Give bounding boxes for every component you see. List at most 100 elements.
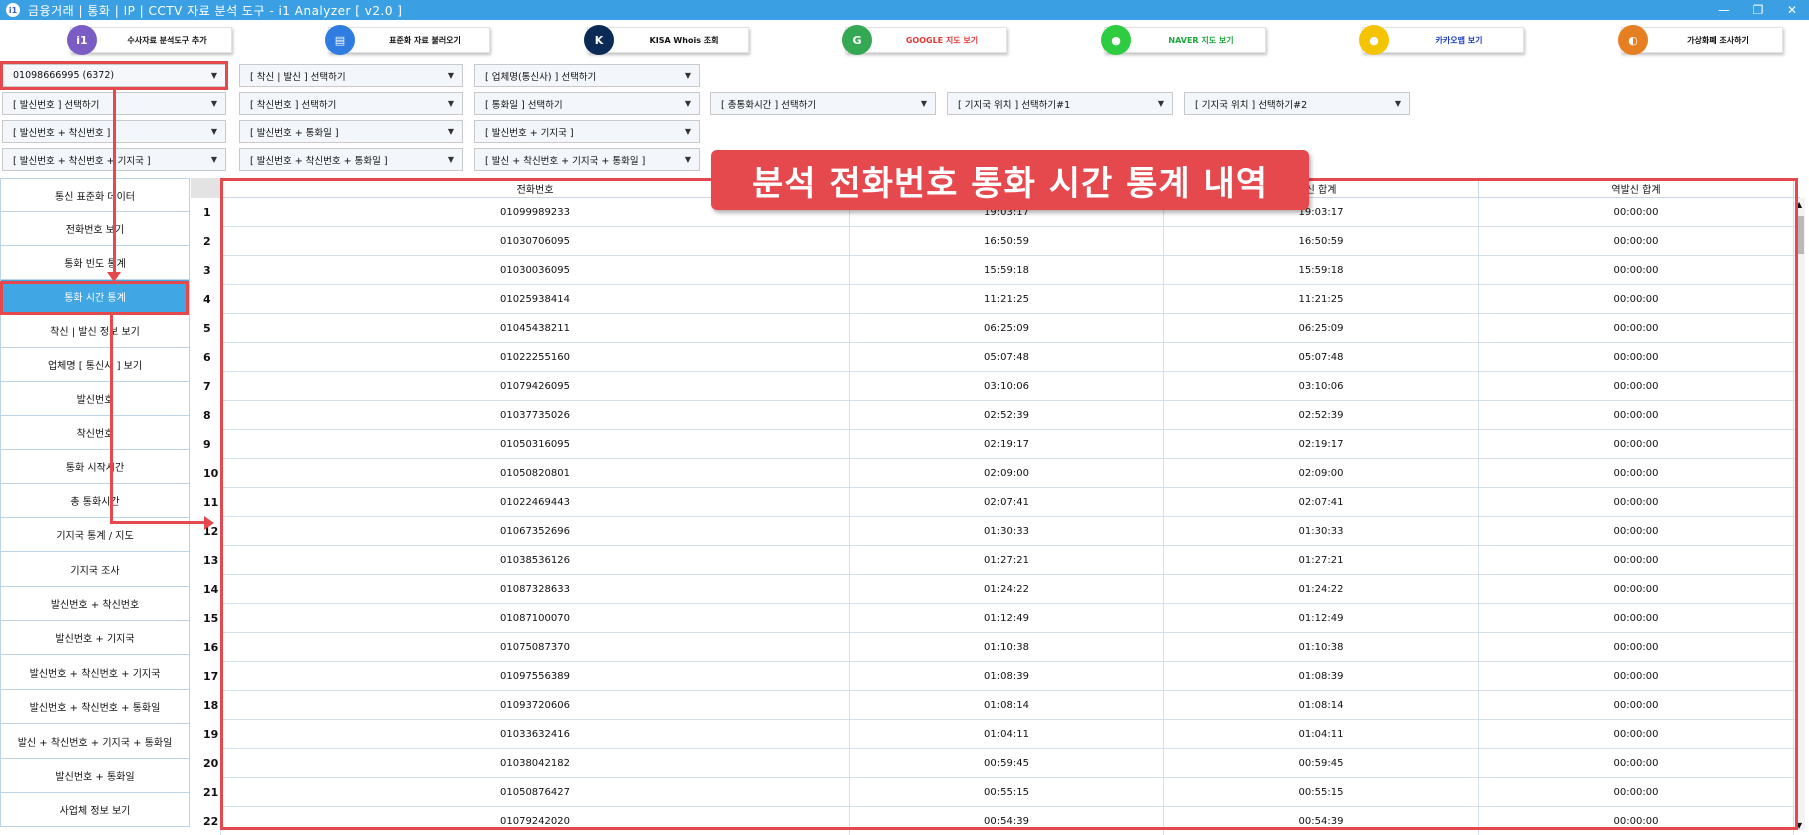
table-row[interactable]: 12 01067352696 01:30:33 01:30:33 00:00:00 xyxy=(191,517,1800,546)
toolbar-button-4[interactable]: G GOOGLE 지도 보기 xyxy=(842,25,1007,55)
header-corner xyxy=(191,178,221,198)
annotation-arrow-line xyxy=(113,90,116,274)
minimize-icon[interactable]: — xyxy=(1707,0,1741,20)
phone-cell: 01079242020 xyxy=(221,807,850,835)
total-cell: 02:09:00 xyxy=(850,459,1164,488)
row-index: 18 xyxy=(191,691,221,720)
total-cell: 01:12:49 xyxy=(850,604,1164,633)
sidebar-item-9[interactable]: 통화 시작시간 xyxy=(0,450,190,484)
carrier-select[interactable]: [ 업체명(통신사) ] 선택하기 ▼ xyxy=(474,64,700,87)
sidebar-item-19[interactable]: 사업체 정보 보기 xyxy=(0,793,190,827)
table-row[interactable]: 9 01050316095 02:19:17 02:19:17 00:00:00 xyxy=(191,430,1800,459)
toolbar-button-7[interactable]: ◐ 가상화폐 조사하기 xyxy=(1618,25,1783,55)
reverse-total-cell: 00:00:00 xyxy=(1479,720,1794,749)
phone-select[interactable]: 01098666995 (6372) ▼ xyxy=(2,64,226,87)
outgoing-total-cell: 02:09:00 xyxy=(1164,459,1479,488)
cell-tower-1-select[interactable]: [ 기지국 위치 ] 선택하기#1 ▼ xyxy=(947,92,1173,115)
sidebar-item-4[interactable]: 통화 시간 통계 xyxy=(0,280,190,314)
all-combo-select[interactable]: [ 발신 + 착신번호 + 기지국 + 통화일 ] ▼ xyxy=(474,148,700,171)
column-header-reverse-total[interactable]: 역발신 합계 xyxy=(1479,178,1794,198)
table-row[interactable]: 6 01022255160 05:07:48 05:07:48 00:00:00 xyxy=(191,343,1800,372)
row-index: 20 xyxy=(191,749,221,778)
outgoing-total-cell: 01:27:21 xyxy=(1164,546,1479,575)
outgoing-total-cell: 06:25:09 xyxy=(1164,314,1479,343)
total-cell: 01:08:14 xyxy=(850,691,1164,720)
table-row[interactable]: 11 01022469443 02:07:41 02:07:41 00:00:00 xyxy=(191,488,1800,517)
table-row[interactable]: 2 01030706095 16:50:59 16:50:59 00:00:00 xyxy=(191,227,1800,256)
toolbar-button-label: 수사자료 분석도구 추가 xyxy=(127,35,207,45)
caller-callee-date-select[interactable]: [ 발신번호 + 착신번호 + 통화일 ] ▼ xyxy=(239,148,463,171)
outgoing-total-cell: 02:52:39 xyxy=(1164,401,1479,430)
toolbar-button-label: GOOGLE 지도 보기 xyxy=(905,35,979,45)
sidebar-item-2[interactable]: 전화번호 보기 xyxy=(0,212,190,246)
reverse-total-cell: 00:00:00 xyxy=(1479,285,1794,314)
sidebar-item-14[interactable]: 발신번호 + 기지국 xyxy=(0,621,190,655)
sidebar-item-17[interactable]: 발신 + 착신번호 + 기지국 + 통화일 xyxy=(0,724,190,759)
sidebar-item-6[interactable]: 업체명 [ 통신사 ] 보기 xyxy=(0,348,190,382)
table-row[interactable]: 15 01087100070 01:12:49 01:12:49 00:00:00 xyxy=(191,604,1800,633)
sidebar-item-12[interactable]: 기지국 조사 xyxy=(0,552,190,587)
reverse-total-cell: 00:00:00 xyxy=(1479,430,1794,459)
total-cell: 00:59:45 xyxy=(850,749,1164,778)
row-index: 6 xyxy=(191,343,221,372)
reverse-total-cell: 00:00:00 xyxy=(1479,256,1794,285)
total-cell: 16:50:59 xyxy=(850,227,1164,256)
scroll-down-icon[interactable]: ▼ xyxy=(1796,821,1802,830)
table-row[interactable]: 14 01087328633 01:24:22 01:24:22 00:00:00 xyxy=(191,575,1800,604)
table-row[interactable]: 3 01030036095 15:59:18 15:59:18 00:00:00 xyxy=(191,256,1800,285)
toolbar-button-6[interactable]: ● 카카오맵 보기 xyxy=(1359,25,1524,55)
vertical-scrollbar[interactable]: ▲ ▼ xyxy=(1795,198,1805,830)
table-row[interactable]: 21 01050876427 00:55:15 00:55:15 00:00:00 xyxy=(191,778,1800,807)
scroll-thumb[interactable] xyxy=(1796,216,1804,254)
select-label: [ 착신 | 발신 ] 선택하기 xyxy=(250,71,346,83)
scroll-up-icon[interactable]: ▲ xyxy=(1796,200,1802,209)
table-row[interactable]: 7 01079426095 03:10:06 03:10:06 00:00:00 xyxy=(191,372,1800,401)
cell-tower-2-select[interactable]: [ 기지국 위치 ] 선택하기#2 ▼ xyxy=(1184,92,1410,115)
table-row[interactable]: 19 01033632416 01:04:11 01:04:11 00:00:00 xyxy=(191,720,1800,749)
toolbar-button-3[interactable]: K KISA Whois 조회 xyxy=(584,25,749,55)
outgoing-total-cell: 01:10:38 xyxy=(1164,633,1479,662)
total-cell: 01:04:11 xyxy=(850,720,1164,749)
reverse-total-cell: 00:00:00 xyxy=(1479,546,1794,575)
sidebar-item-16[interactable]: 발신번호 + 착신번호 + 통화일 xyxy=(0,690,190,724)
window-title: 금융거래 | 통화 | IP | CCTV 자료 분석 도구 - i1 Anal… xyxy=(28,3,403,18)
incoming-outgoing-select[interactable]: [ 착신 | 발신 ] 선택하기 ▼ xyxy=(239,64,463,87)
sidebar-item-5[interactable]: 착신 | 발신 정보 보기 xyxy=(0,314,190,348)
sidebar-item-8[interactable]: 착신번호 xyxy=(0,416,190,450)
toolbar-button-2[interactable]: ▤ 표준화 자료 불러오기 xyxy=(325,25,490,55)
sidebar-item-15[interactable]: 발신번호 + 착신번호 + 기지국 xyxy=(0,655,190,690)
restore-icon[interactable]: ❐ xyxy=(1741,0,1775,20)
table-row[interactable]: 8 01037735026 02:52:39 02:52:39 00:00:00 xyxy=(191,401,1800,430)
callee-select[interactable]: [ 착신번호 ] 선택하기 ▼ xyxy=(239,92,463,115)
table-row[interactable]: 10 01050820801 02:09:00 02:09:00 00:00:00 xyxy=(191,459,1800,488)
sidebar-item-7[interactable]: 발신번호 xyxy=(0,382,190,416)
table-row[interactable]: 20 01038042182 00:59:45 00:59:45 00:00:00 xyxy=(191,749,1800,778)
close-icon[interactable]: ✕ xyxy=(1775,0,1809,20)
outgoing-total-cell: 01:24:22 xyxy=(1164,575,1479,604)
toolbar-button-1[interactable]: i1 수사자료 분석도구 추가 xyxy=(67,25,232,55)
sidebar-item-18[interactable]: 발신번호 + 통화일 xyxy=(0,759,190,793)
table-row[interactable]: 16 01075087370 01:10:38 01:10:38 00:00:00 xyxy=(191,633,1800,662)
outgoing-total-cell: 01:08:39 xyxy=(1164,662,1479,691)
sidebar-item-13[interactable]: 발신번호 + 착신번호 xyxy=(0,587,190,621)
caller-tower-select[interactable]: [ 발신번호 + 기지국 ] ▼ xyxy=(474,120,700,143)
outgoing-total-cell: 05:07:48 xyxy=(1164,343,1479,372)
table-row[interactable]: 22 01079242020 00:54:39 00:54:39 00:00:00 xyxy=(191,807,1800,835)
caller-date-select[interactable]: [ 발신번호 + 통화일 ] ▼ xyxy=(239,120,463,143)
total-duration-select[interactable]: [ 총통화시간 ] 선택하기 ▼ xyxy=(710,92,936,115)
toolbar-button-label: 카카오맵 보기 xyxy=(1435,35,1483,45)
table-row[interactable]: 4 01025938414 11:21:25 11:21:25 00:00:00 xyxy=(191,285,1800,314)
chevron-down-icon: ▼ xyxy=(447,155,454,164)
toolbar-button-5[interactable]: ● NAVER 지도 보기 xyxy=(1101,25,1266,55)
table-row[interactable]: 13 01038536126 01:27:21 01:27:21 00:00:00 xyxy=(191,546,1800,575)
title-bar: i1 금융거래 | 통화 | IP | CCTV 자료 분석 도구 - i1 A… xyxy=(0,0,1809,20)
table-row[interactable]: 5 01045438211 06:25:09 06:25:09 00:00:00 xyxy=(191,314,1800,343)
sidebar-item-10[interactable]: 총 통화시간 xyxy=(0,484,190,518)
row-index: 7 xyxy=(191,372,221,401)
table-row[interactable]: 17 01097556389 01:08:39 01:08:39 00:00:00 xyxy=(191,662,1800,691)
sidebar-item-3[interactable]: 통화 빈도 통계 xyxy=(0,246,190,280)
sidebar-item-1[interactable]: 통신 표준화 데이터 xyxy=(0,178,190,212)
call-date-select[interactable]: [ 통화일 ] 선택하기 ▼ xyxy=(474,92,700,115)
reverse-total-cell: 00:00:00 xyxy=(1479,227,1794,256)
table-row[interactable]: 18 01093720606 01:08:14 01:08:14 00:00:00 xyxy=(191,691,1800,720)
